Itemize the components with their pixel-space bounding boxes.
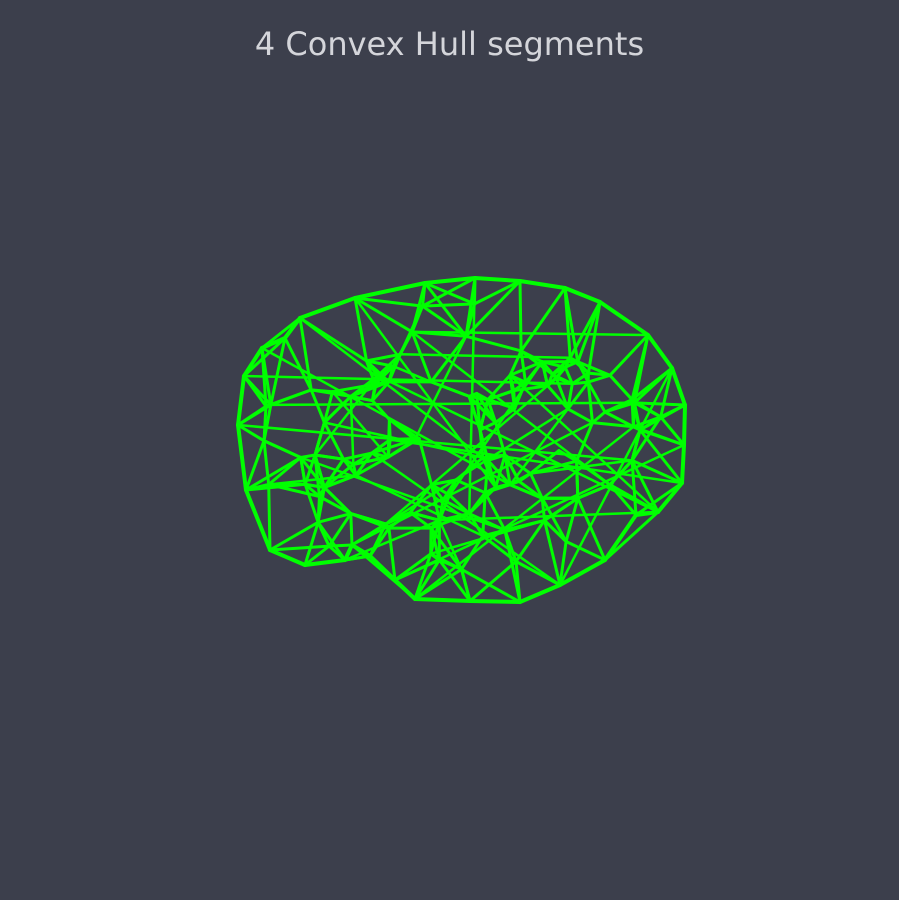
wireframe-edge (236, 423, 248, 492)
wireframe-edge (682, 403, 687, 447)
wireframe-edge (576, 300, 602, 364)
wireframe-edge (386, 418, 391, 459)
wireframe-edge (598, 300, 650, 337)
wireframe-edge (473, 279, 522, 306)
wireframe-edge (349, 512, 354, 547)
wireframe-edge (267, 483, 272, 552)
wireframe-edge (349, 512, 388, 526)
wireframe-edge (327, 543, 354, 548)
wireframe-edge (309, 388, 326, 424)
wireframe-edge (262, 439, 303, 459)
wireframe-edge (413, 425, 635, 601)
wireframe-edge (608, 373, 634, 402)
wireframe-edge (421, 302, 476, 308)
wireframe-edge (519, 286, 567, 353)
wireframe-edge (236, 374, 246, 427)
wireframe-edge (387, 526, 397, 582)
wireframe-edge (591, 410, 607, 425)
wireframe-edge (268, 544, 331, 552)
wireframe-edge (269, 388, 313, 407)
wireframe-edge (298, 296, 357, 320)
wireframe-edge (244, 488, 272, 552)
wireframe-edge (575, 459, 580, 500)
wireframe-edge (518, 583, 562, 604)
wireframe-edge (468, 599, 522, 604)
convex-hull-wireframe (236, 276, 687, 604)
wireframe-edge (269, 401, 636, 407)
wireframe-edge (268, 548, 307, 567)
wireframe-edge (353, 281, 427, 300)
wireframe-edge (313, 453, 345, 461)
wireframe-edge (518, 279, 567, 290)
render-viewport[interactable]: 4 Convex Hull segments (0, 0, 899, 900)
wireframe-edge (646, 333, 674, 370)
wireframe-edge (518, 279, 523, 353)
wireframe-edge (680, 443, 686, 485)
wireframe-edge (473, 276, 522, 283)
wireframe-edge (566, 407, 594, 425)
wireframe-edge (399, 353, 572, 360)
wireframe-edge (563, 286, 602, 304)
wireframe-edge (413, 597, 472, 603)
wireframe-edge (670, 366, 687, 407)
